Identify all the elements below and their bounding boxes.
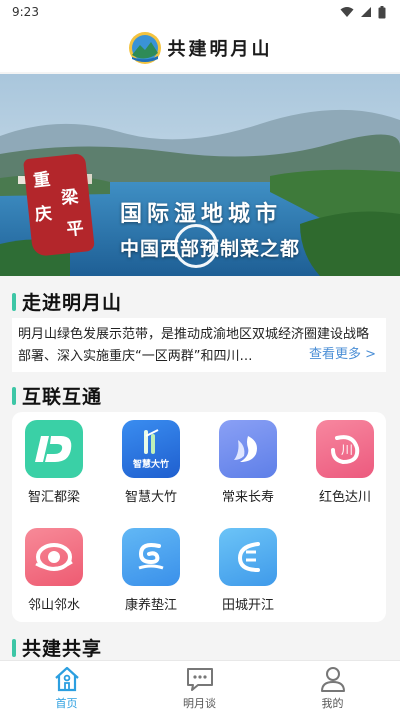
section-accent-bar: [12, 386, 16, 405]
app-title: 共建明月山: [167, 39, 273, 60]
status-icons: [340, 5, 386, 19]
status-bar: 9:23: [0, 0, 400, 24]
app-header: 共建明月山: [0, 24, 400, 72]
zhihui-duliang-icon: [25, 420, 83, 478]
section-intro-title: 走进明月山: [22, 292, 123, 314]
mingyueshan-logo-icon: [128, 32, 161, 64]
nav-label-home: 首页: [55, 697, 78, 710]
grid-item-label: 红色达川: [318, 490, 371, 505]
zhihui-dazhu-icon-text: 智慧大竹: [132, 460, 169, 470]
see-more-link[interactable]: 查看更多 >: [290, 344, 376, 366]
grid-item-changlai-changshou[interactable]: 常来长寿: [203, 420, 293, 505]
section-share-title: 共建共享: [22, 638, 103, 660]
grid-item-label: 常来长寿: [221, 490, 274, 505]
hongse-dachuan-icon: 川: [316, 420, 374, 478]
nav-label-profile: 我的: [321, 697, 344, 710]
svg-text:川: 川: [341, 443, 353, 457]
linshan-linshui-icon: [25, 528, 83, 586]
nav-item-profile[interactable]: 我的: [266, 661, 399, 711]
zhihui-dazhu-icon: 智慧大竹: [122, 420, 180, 478]
intro-card[interactable]: 明月山绿色发展示范带，是推动成渝地区双城经济圈建设战略部署、深入实施重庆“一区两…: [12, 318, 386, 372]
section-intro-header: 走进明月山: [12, 288, 122, 315]
grid-item-kangyang-dianjiang[interactable]: 康养垫江: [106, 528, 196, 613]
bottom-nav: 首页 明月谈 我的: [0, 660, 400, 711]
nav-label-chat: 明月谈: [183, 697, 216, 710]
section-share-header: 共建共享: [12, 634, 102, 661]
section-accent-bar: [12, 638, 16, 657]
chat-icon: [186, 668, 213, 691]
grid-item-zhihui-duliang[interactable]: 智汇都梁: [9, 420, 99, 505]
banner-carousel[interactable]: 重 庆 梁 平 国际湿地城市 中国西部预制菜之都: [0, 74, 400, 276]
section-links-title: 互联互通: [22, 386, 103, 408]
nav-item-home[interactable]: 首页: [0, 661, 133, 711]
banner-title: 国际湿地城市: [120, 202, 283, 227]
signal-icon: [361, 7, 371, 17]
grid-item-linshan-linshui[interactable]: 邻山邻水: [9, 528, 99, 613]
seal-char-3: 梁: [60, 186, 80, 209]
links-grid: 智汇都梁 智慧大竹 智慧大竹 常来长寿 川 红色达川 邻山邻水 康养垫江 田城开…: [12, 412, 386, 622]
changlai-changshou-icon: [219, 420, 277, 478]
play-video-icon[interactable]: [174, 224, 218, 268]
status-time: 9:23: [12, 5, 39, 19]
seal-char-1: 重: [32, 169, 52, 192]
battery-icon: [378, 5, 386, 18]
grid-item-label: 邻山邻水: [27, 598, 80, 613]
seal-char-2: 庆: [33, 203, 53, 226]
tiancheng-kaijiang-icon: [219, 528, 277, 586]
seal-char-4: 平: [65, 218, 85, 241]
nav-item-chat[interactable]: 明月谈: [133, 661, 266, 711]
wifi-icon: [340, 7, 354, 17]
grid-item-hongse-dachuan[interactable]: 川 红色达川: [300, 420, 390, 505]
grid-item-label: 智汇都梁: [27, 490, 80, 505]
grid-item-label: 康养垫江: [124, 598, 177, 613]
section-accent-bar: [12, 292, 16, 311]
profile-icon: [320, 667, 345, 692]
home-icon: [54, 666, 79, 692]
chongqing-liangping-seal: 重 庆 梁 平: [23, 153, 95, 257]
grid-item-label: 智慧大竹: [124, 490, 177, 505]
grid-item-label: 田城开江: [221, 598, 274, 613]
grid-item-tiancheng-kaijiang[interactable]: 田城开江: [203, 528, 293, 613]
section-links-header: 互联互通: [12, 382, 102, 409]
kangyang-dianjiang-icon: [122, 528, 180, 586]
grid-item-zhihui-dazhu[interactable]: 智慧大竹 智慧大竹: [106, 420, 196, 505]
